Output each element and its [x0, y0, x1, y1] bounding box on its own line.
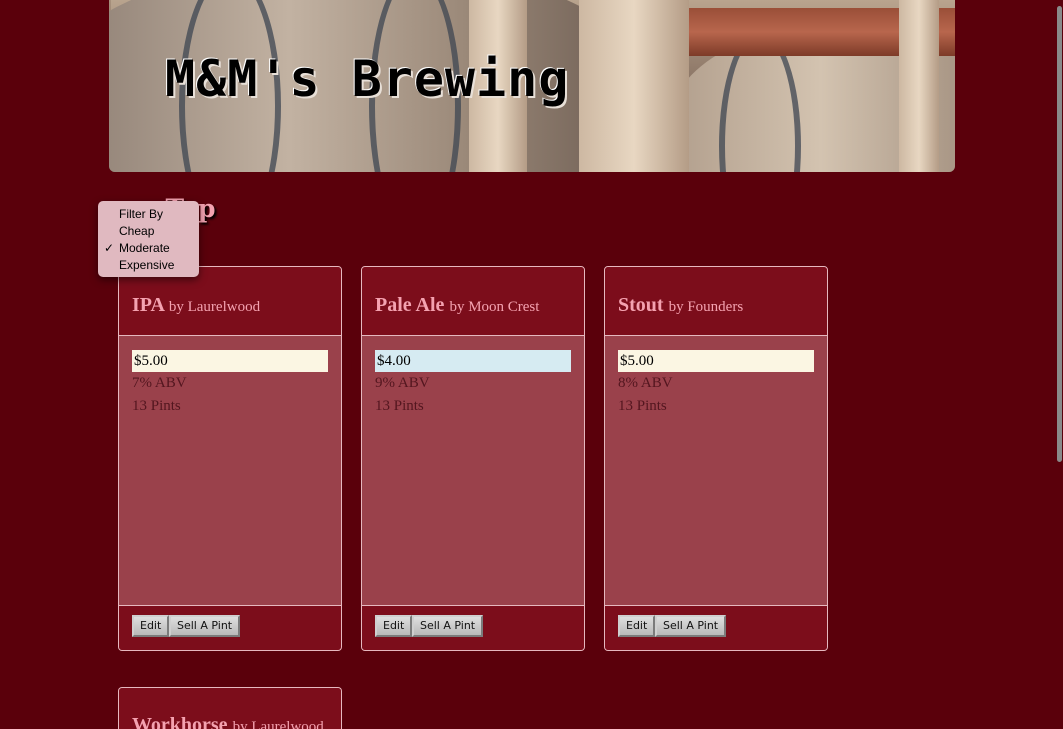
filter-option-cheap[interactable]: Cheap	[98, 223, 199, 240]
beer-card-body: 8% ABV 13 Pints	[618, 350, 814, 418]
beer-card-footer: Edit Sell A Pint	[605, 605, 827, 650]
beer-name: Workhorse	[132, 714, 228, 729]
edit-button[interactable]: Edit	[618, 615, 656, 637]
brewery-name: by Laurelwood	[168, 299, 261, 315]
pints-text: 13 Pints	[375, 398, 424, 414]
brewery-name: by Founders	[668, 299, 744, 315]
beer-card-body: 7% ABV 13 Pints	[132, 350, 328, 418]
page-scrollbar[interactable]	[1057, 6, 1062, 462]
beer-card-header: Workhorse by Laurelwood	[119, 688, 341, 729]
beer-title: IPA by Laurelwood	[132, 294, 260, 317]
beer-title: Workhorse by Laurelwood	[132, 714, 324, 729]
filter-option-label: Expensive	[119, 258, 175, 272]
beer-card-header: IPA by Laurelwood	[119, 267, 341, 336]
checkmark-icon: ✓	[104, 241, 115, 255]
brewery-name: by Moon Crest	[449, 299, 540, 315]
abv-text: 9% ABV	[375, 375, 430, 391]
filter-option-moderate[interactable]: ✓ Moderate	[98, 240, 199, 257]
beer-card-footer: Edit Sell A Pint	[119, 605, 341, 650]
beer-card-body: 9% ABV 13 Pints	[375, 350, 571, 418]
beer-title: Stout by Founders	[618, 294, 743, 317]
beer-name: Stout	[618, 294, 664, 316]
pints-text: 13 Pints	[132, 398, 181, 414]
brand-title: M&M's Brewing	[165, 50, 570, 108]
pints-text: 13 Pints	[618, 398, 667, 414]
brewery-name: by Laurelwood	[232, 719, 324, 729]
price-input[interactable]	[132, 350, 328, 372]
abv-text: 7% ABV	[132, 375, 187, 391]
wood-post	[579, 0, 689, 172]
filter-dropdown-menu[interactable]: Filter By Cheap ✓ Moderate Expensive	[98, 201, 199, 277]
beer-card: IPA by Laurelwood 7% ABV 13 Pints Edit S…	[118, 266, 342, 651]
wood-post	[899, 0, 939, 172]
filter-menu-title: Filter By	[119, 207, 164, 221]
sell-pint-button[interactable]: Sell A Pint	[655, 615, 727, 637]
beer-name: IPA	[132, 294, 164, 316]
beer-card: Workhorse by Laurelwood	[118, 687, 342, 729]
filter-option-expensive[interactable]: Expensive	[98, 257, 199, 274]
beer-title: Pale Ale by Moon Crest	[375, 294, 539, 317]
beer-card: Stout by Founders 8% ABV 13 Pints Edit S…	[604, 266, 828, 651]
abv-text: 8% ABV	[618, 375, 673, 391]
price-input[interactable]	[618, 350, 814, 372]
sell-pint-button[interactable]: Sell A Pint	[169, 615, 241, 637]
beer-card-header: Stout by Founders	[605, 267, 827, 336]
beer-card-header: Pale Ale by Moon Crest	[362, 267, 584, 336]
beer-card: Pale Ale by Moon Crest 9% ABV 13 Pints E…	[361, 266, 585, 651]
header-banner: M&M's Brewing	[109, 0, 955, 172]
filter-option-label: Moderate	[119, 241, 170, 255]
edit-button[interactable]: Edit	[375, 615, 413, 637]
beer-card-footer: Edit Sell A Pint	[362, 605, 584, 650]
edit-button[interactable]: Edit	[132, 615, 170, 637]
price-input[interactable]	[375, 350, 571, 372]
sell-pint-button[interactable]: Sell A Pint	[412, 615, 484, 637]
beer-name: Pale Ale	[375, 294, 445, 316]
filter-option-label: Cheap	[119, 224, 155, 238]
